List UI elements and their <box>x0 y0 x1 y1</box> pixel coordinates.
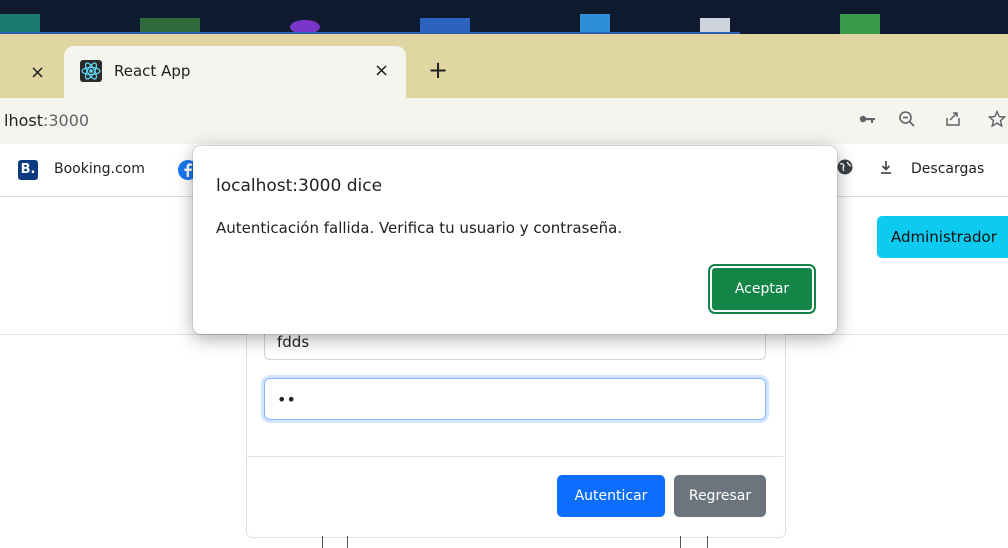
globe-icon[interactable] <box>836 158 854 181</box>
table-border-line <box>347 536 348 548</box>
authenticate-button[interactable]: Autenticar <box>557 475 665 517</box>
star-icon[interactable] <box>987 109 1007 133</box>
desktop-shape <box>0 14 40 34</box>
card-footer-divider <box>247 456 783 457</box>
react-favicon-icon <box>80 60 102 82</box>
new-tab-button[interactable]: + <box>428 56 448 84</box>
tab-title: React App <box>114 62 191 80</box>
table-border-line <box>680 536 681 548</box>
url-text[interactable]: lhost:3000 <box>4 111 89 130</box>
desktop-background-strip <box>0 0 1008 34</box>
table-border-line <box>707 536 708 548</box>
dialog-title: localhost:3000 dice <box>216 176 383 196</box>
previous-tab-close-icon[interactable]: × <box>30 62 45 83</box>
bookmark-downloads[interactable]: Descargas <box>911 161 984 177</box>
download-icon[interactable] <box>878 159 894 179</box>
admin-button[interactable]: Administrador <box>877 216 1008 258</box>
url-port: :3000 <box>42 111 90 130</box>
address-bar[interactable] <box>0 98 1008 144</box>
tab-close-icon[interactable]: × <box>374 60 389 81</box>
table-border-line <box>322 536 323 548</box>
booking-icon: B. <box>18 160 38 180</box>
desktop-shape <box>580 14 610 34</box>
password-input[interactable] <box>264 378 766 420</box>
key-icon[interactable] <box>858 110 876 133</box>
accept-button[interactable]: Aceptar <box>708 264 816 314</box>
url-host: lhost <box>4 111 43 130</box>
back-button[interactable]: Regresar <box>674 475 766 517</box>
zoom-out-icon[interactable] <box>898 110 916 133</box>
dialog-message: Autenticación fallida. Verifica tu usuar… <box>216 219 623 237</box>
desktop-shape <box>840 14 880 34</box>
share-icon[interactable] <box>944 110 962 133</box>
bookmark-booking[interactable]: Booking.com <box>54 161 145 177</box>
